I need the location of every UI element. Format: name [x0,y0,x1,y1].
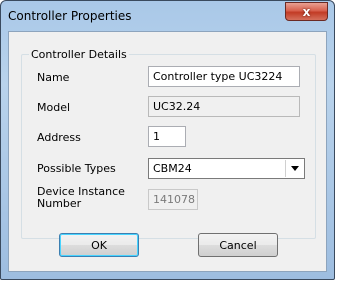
possible-types-select[interactable]: CBM24 [148,158,305,179]
title-bar[interactable]: Controller Properties x [1,1,334,31]
group-legend: Controller Details [29,48,129,61]
cancel-button[interactable]: Cancel [198,233,278,257]
chevron-down-icon[interactable] [285,160,303,177]
model-field: UC32.24 [148,96,300,117]
name-input[interactable]: Controller type UC3224 [148,66,300,87]
ok-button[interactable]: OK [59,233,139,257]
model-label: Model [37,101,71,114]
close-button[interactable]: x [285,2,328,21]
device-instance-label: Device Instance Number [37,185,125,210]
possible-types-label: Possible Types [37,162,116,175]
dialog-title: Controller Properties [8,9,132,23]
name-label: Name [37,71,70,84]
address-label: Address [37,131,81,144]
possible-types-value: CBM24 [153,162,192,175]
device-instance-field: 141078 [148,189,198,210]
close-icon: x [302,4,311,19]
address-input[interactable]: 1 [148,126,186,147]
